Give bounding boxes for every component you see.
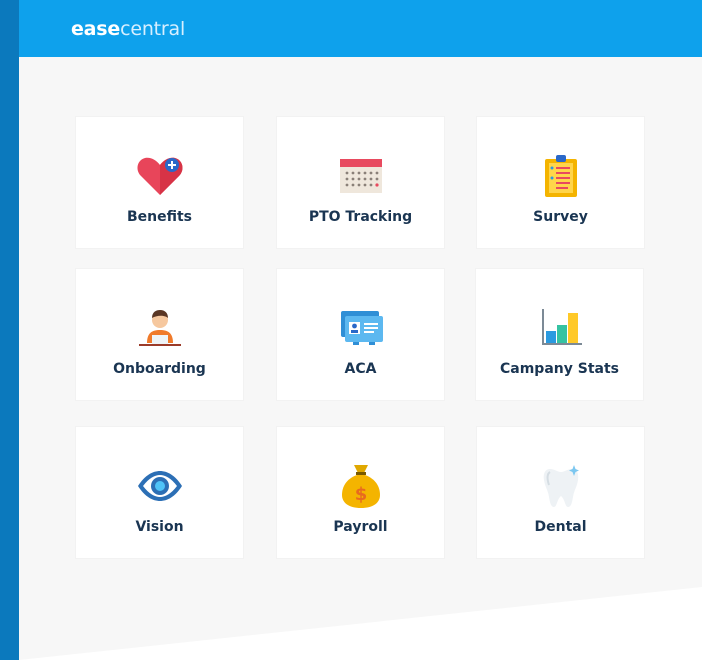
- tile-aca[interactable]: ACA: [277, 269, 444, 400]
- tile-label: ACA: [344, 361, 377, 377]
- tile-label: Campany Stats: [500, 361, 619, 377]
- easecentral-logo[interactable]: easecentral: [71, 18, 185, 40]
- main-content: Benefits PTO Tracking Survey Onboarding …: [19, 57, 702, 660]
- money-bag-icon: $: [341, 465, 380, 508]
- eye-icon: [137, 471, 182, 501]
- tile-label: Onboarding: [113, 361, 206, 377]
- calendar-icon: [339, 159, 382, 193]
- heart-plus-icon: [137, 157, 182, 195]
- top-header-bar: easecentral: [19, 0, 702, 57]
- tile-label: Vision: [135, 519, 184, 535]
- clipboard-icon: [544, 155, 577, 197]
- tooth-icon: [543, 465, 579, 507]
- tile-survey[interactable]: Survey: [477, 117, 644, 248]
- tile-campany-stats[interactable]: Campany Stats: [476, 269, 643, 400]
- tile-benefits[interactable]: Benefits: [76, 117, 243, 248]
- logo-text-central: central: [120, 18, 186, 40]
- tile-label: Benefits: [126, 209, 193, 225]
- tile-label: Payroll: [333, 519, 388, 535]
- tile-label: Survey: [533, 209, 588, 225]
- left-edge-strip: [0, 0, 19, 660]
- tile-pto-tracking[interactable]: PTO Tracking: [277, 117, 444, 248]
- tile-onboarding[interactable]: Onboarding: [76, 269, 243, 400]
- id-card-icon: [340, 311, 383, 345]
- person-laptop-icon: [138, 310, 181, 346]
- tile-dental[interactable]: Dental: [477, 427, 644, 558]
- tile-vision[interactable]: Vision: [76, 427, 243, 558]
- tile-label: Dental: [534, 519, 587, 535]
- tile-label: PTO Tracking: [308, 209, 413, 225]
- tile-payroll[interactable]: $ Payroll: [277, 427, 444, 558]
- svg-text:$: $: [354, 484, 367, 505]
- logo-text-ease: ease: [71, 18, 121, 40]
- bar-chart-icon: [541, 309, 582, 345]
